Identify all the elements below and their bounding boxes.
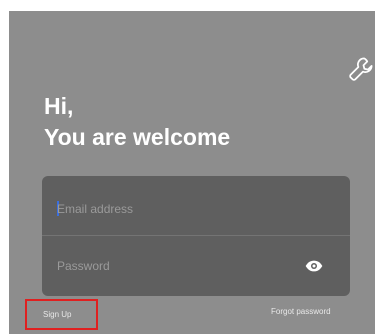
login-screen: Hi, You are welcome Sign Up Forgot passw… (9, 11, 375, 334)
password-field-row (42, 238, 350, 293)
login-form (42, 176, 350, 296)
wrench-icon (349, 57, 373, 81)
welcome-heading: Hi, You are welcome (44, 91, 230, 153)
greeting-line-2: You are welcome (44, 124, 231, 150)
email-field-row (42, 181, 350, 236)
sign-up-button[interactable]: Sign Up (25, 299, 98, 330)
settings-button[interactable] (346, 54, 375, 84)
forgot-password-link[interactable]: Forgot password (271, 307, 331, 316)
email-field[interactable] (57, 181, 287, 236)
password-field[interactable] (57, 238, 287, 293)
eye-icon (305, 260, 323, 272)
password-visibility-toggle[interactable] (304, 256, 324, 276)
greeting-line-1: Hi, (44, 93, 74, 119)
